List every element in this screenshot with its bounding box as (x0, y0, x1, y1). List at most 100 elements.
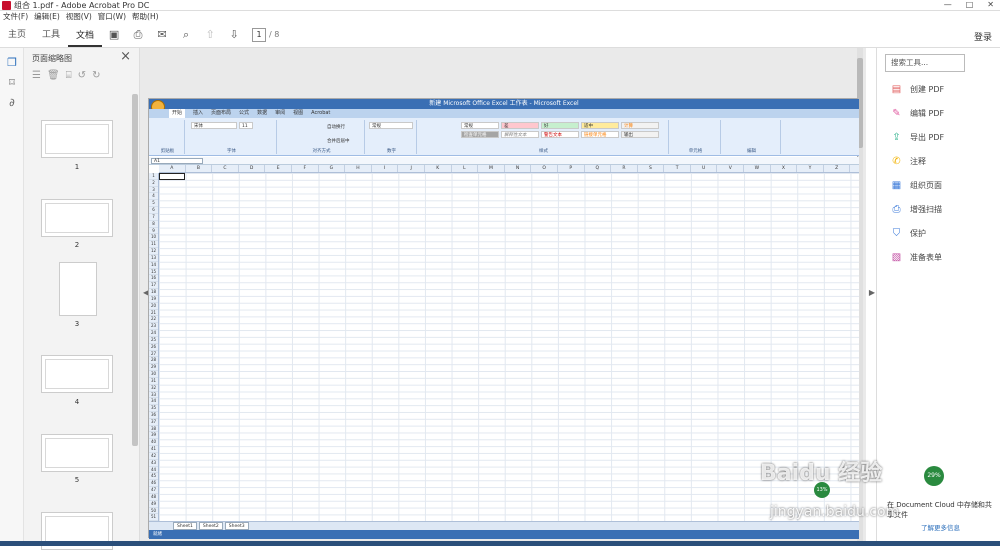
tool-label: 创建 PDF (910, 85, 945, 94)
main-toolbar: 主页 工具 文档 ▣ ⎙ ✉ ⌕ ⇧ ⇩ 1 / 8 登录 (0, 22, 1000, 48)
tool-label: 编辑 PDF (910, 109, 945, 118)
column-header: S (638, 165, 665, 172)
tool-organize-pages[interactable]: ▦ 组织页面 (891, 180, 942, 191)
row-header: 7 (149, 214, 158, 221)
page-thumbnails-icon[interactable]: ❐ (5, 56, 19, 70)
attachment-icon[interactable]: ∂ (5, 96, 19, 110)
excel-tab: 审阅 (275, 110, 286, 116)
row-header: 51 (149, 514, 158, 521)
maximize-button[interactable]: □ (966, 0, 974, 9)
column-header: Y (797, 165, 824, 172)
collapse-right-icon[interactable]: ▶ (869, 288, 875, 297)
previous-page-icon[interactable]: ⇧ (203, 28, 217, 42)
page-thumbnail[interactable] (59, 262, 97, 316)
excel-status-bar: 就绪 (149, 530, 859, 539)
column-header: R (611, 165, 638, 172)
tool-export-pdf[interactable]: ⇪ 导出 PDF (891, 132, 944, 143)
page-number-input[interactable]: 1 (252, 27, 267, 42)
row-header: 47 (149, 487, 158, 494)
page-total: / 8 (269, 30, 280, 39)
column-header: M (478, 165, 505, 172)
column-header: K (425, 165, 452, 172)
protect-icon: ⛉ (892, 228, 901, 239)
pdf-page: 新建 Microsoft Office Excel 工作表 - Microsof… (148, 98, 859, 539)
tab-home[interactable]: 主页 (0, 22, 34, 48)
menu-file[interactable]: 文件(F) (3, 11, 28, 22)
row-header: 21 (149, 309, 158, 317)
next-page-icon[interactable]: ⇩ (227, 28, 241, 42)
close-icon[interactable]: × (120, 49, 131, 64)
search-tools-input[interactable]: 搜索工具... (885, 54, 965, 72)
row-header: 3 (149, 187, 158, 194)
number-format-box: 常规 (369, 122, 413, 129)
row-header: 48 (149, 493, 158, 501)
tab-document[interactable]: 文档 (68, 23, 103, 47)
row-header: 49 (149, 500, 158, 508)
document-cloud-text: 在 Document Cloud 中存储和共享文件 (887, 501, 992, 519)
menu-help[interactable]: 帮助(H) (132, 11, 159, 22)
selected-cell (159, 173, 185, 180)
page-thumbnail[interactable] (41, 120, 113, 158)
close-button[interactable]: ✕ (987, 0, 994, 9)
column-header: T (664, 165, 691, 172)
email-icon[interactable]: ✉ (155, 28, 169, 42)
row-header: 27 (149, 350, 158, 358)
page-thumbnail[interactable] (41, 355, 113, 393)
tool-prepare-form[interactable]: ▧ 准备表单 (891, 252, 942, 263)
page-thumbnail[interactable] (41, 434, 113, 472)
print-icon[interactable]: ⎙ (131, 28, 145, 42)
tool-comment[interactable]: ✆ 注释 (891, 156, 926, 167)
thumbnail-panel-title: 页面缩略图 (32, 54, 72, 63)
worksheet-cells (159, 173, 859, 521)
tool-edit-pdf[interactable]: ✎ 编辑 PDF (891, 108, 944, 119)
page-thumbnail-label: 5 (74, 476, 80, 484)
style-cell: 检查单元格 (461, 131, 499, 138)
column-header: Q (585, 165, 612, 172)
ribbon-group: 编辑 (723, 120, 781, 154)
excel-ribbon: 剪贴板 宋体 11 字体 自动换行 合并后居中 对齐方式 常规 数字 常规 差 … (149, 118, 859, 156)
row-header: 32 (149, 384, 158, 392)
taskbar (0, 541, 1000, 546)
ribbon-group: 常规 数字 (367, 120, 417, 154)
login-button[interactable]: 登录 (974, 30, 992, 43)
row-header: 14 (149, 261, 158, 269)
row-headers: 1 2 3 4 5 6 7 8 9 10 11 12 13 14 15 16 17 18 19 20 21 22 23 24 2… (149, 173, 159, 521)
tab-tools[interactable]: 工具 (34, 22, 68, 48)
menu-window[interactable]: 窗口(W) (98, 11, 126, 22)
thumbnail-scrollbar[interactable] (132, 94, 138, 446)
row-header: 16 (149, 275, 158, 283)
column-header: H (345, 165, 372, 172)
column-header: V (717, 165, 745, 172)
page-thumbnail-label: 1 (74, 163, 80, 171)
tool-enhance-scan[interactable]: ⎙ 增强扫描 (891, 204, 943, 215)
excel-ribbon-tabs: 开始 插入 页面布局 公式 数据 审阅 视图 Acrobat (149, 109, 859, 118)
row-header: 2 (149, 180, 158, 187)
style-cell: 输出 (621, 131, 659, 138)
thumbnail-options-icon[interactable]: ☰ (32, 70, 41, 81)
delete-icon[interactable]: 🗑 (47, 70, 60, 81)
bookmark-icon[interactable]: ⌑ (5, 76, 19, 90)
row-header: 24 (149, 330, 158, 337)
menu-view[interactable]: 视图(V) (66, 11, 92, 22)
search-icon[interactable]: ⌕ (179, 28, 193, 42)
sheet-tab: Sheet1 (173, 522, 197, 530)
rotate-right-icon[interactable]: ↻ (92, 70, 100, 81)
ribbon-group: 常规 差 好 适中 计算 检查单元格 解释性文本 警告文本 链接单元格 输出 样… (419, 120, 669, 154)
thumbnail-tools: ☰ 🗑 ⌸ ↺ ↻ (32, 70, 100, 81)
comment-icon: ✆ (892, 156, 901, 167)
save-icon[interactable]: ▣ (107, 28, 121, 42)
extract-icon[interactable]: ⌸ (66, 70, 72, 81)
merge-center-label: 合并后居中 (327, 139, 350, 144)
tool-protect[interactable]: ⛉ 保护 (891, 228, 926, 239)
row-header: 22 (149, 316, 158, 324)
style-cell: 计算 (621, 122, 659, 129)
page-thumbnail[interactable] (41, 199, 113, 237)
minimize-button[interactable]: — (944, 0, 952, 9)
row-header: 33 (149, 391, 158, 399)
rotate-left-icon[interactable]: ↺ (78, 70, 86, 81)
menu-edit[interactable]: 编辑(E) (34, 11, 60, 22)
learn-more-link[interactable]: 了解更多信息 (921, 522, 960, 532)
column-header: W (744, 165, 771, 172)
style-cell: 链接单元格 (581, 131, 619, 138)
tool-create-pdf[interactable]: ▤ 创建 PDF (891, 84, 944, 95)
